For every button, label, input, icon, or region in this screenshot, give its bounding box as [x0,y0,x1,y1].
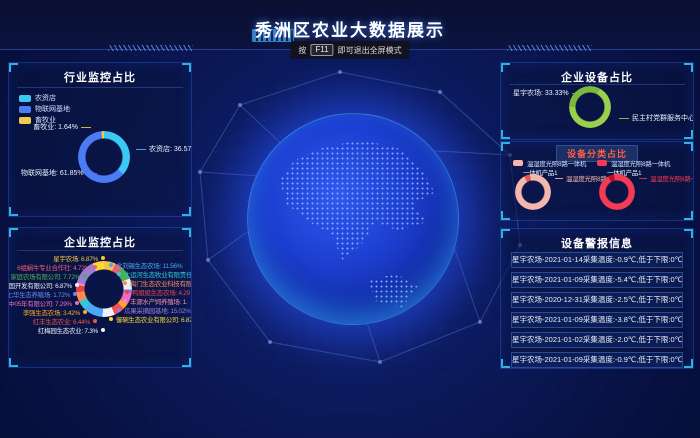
divider [509,84,685,85]
device-panel-title: 企业设备占比 [501,69,693,85]
legend-swatch [19,95,31,102]
chart-label-text: 红梅园生态农业: 7.3% [38,325,98,335]
legend-swatch [513,160,523,166]
device-class-panel: 设备分类占比 温湿度光照8路一体机 一体机产品1 温湿度光照8路一 温湿度光照8… [500,141,694,221]
chart-label: 民主村党群服务中心 [619,113,694,123]
chart-label-text: 星宇农场: 33.33% [513,88,569,98]
chart-label: 红梅园生态农业: 7.3% [38,325,105,335]
leader-line [572,93,584,94]
series-dot [123,281,127,285]
legend-label: 农资店 [35,93,56,103]
chart-label: 物联网基地: 61.85% [21,168,97,178]
chart-label: 御碗生态农业有限公司: 6.87% [109,314,192,324]
chart-label-text: 民主村党群服务中心 [632,113,694,123]
leader-line [555,178,563,179]
globe-islands-dots [364,274,419,308]
leader-line [136,149,146,150]
divider [17,87,183,88]
enterprise-panel: 企业监控占比 星宇农场: 6.87% 6组蜗牛专业合作社: 4.72% 家庭农场… [8,227,192,368]
alarm-row: 星宇农场-2021-01-14采集温度:-0.9℃,低于下限:0℃ [511,252,683,268]
leader-line [81,127,91,128]
alarm-row: 星宇农场-2020-12-31采集温度:-2.5℃,低于下限:0℃ [511,292,683,308]
alarm-row: 星宇农场-2021-01-09采集温度:-0.9℃,低于下限:0℃ [511,352,683,368]
series-dot [117,272,121,276]
alarm-panel: 设备警报信息 星宇农场-2021-01-14采集温度:-0.9℃,低于下限:0℃… [500,228,694,369]
alarm-row: 星宇农场-2021-01-09采集温度:-5.4℃,低于下限:0℃ [511,272,683,288]
fullscreen-tip-prefix: 按 [298,45,306,56]
series-dot [83,274,87,278]
series-dot [75,301,79,305]
device-class-right-donut-chart [599,174,635,210]
leader-line [639,178,647,179]
legend-swatch [19,117,31,124]
device-class-left-donut-chart [515,174,551,210]
chart-label-text: 温湿度光照8路一 [650,173,694,183]
series-dot [73,292,77,296]
series-dot [123,299,127,303]
f11-key-badge: F11 [310,44,333,56]
chart-label: 星宇农场: 33.33% [513,88,584,98]
header-hatch-left [108,45,193,51]
globe [247,113,459,325]
chart-label: 畜牧业: 1.64% [33,122,91,132]
chart-label-text: 物联网基地: 61.85% [21,168,84,178]
chart-label: 温湿度光照8路一 [639,173,694,183]
series-dot [93,319,97,323]
divider [17,250,183,251]
alarm-row: 星宇农场-2021-01-02采集温度:-2.0℃,低于下限:0℃ [511,332,683,348]
chart-label-text: 畜牧业: 1.64% [33,122,78,132]
industry-panel: 行业监控占比 农资店 物联网基地 畜牧业 畜牧业: 1.64% 农资店: 36.… [8,62,192,217]
chart-label-text: 御碗生态农业有限公司: 6.87% [116,314,192,324]
legend-swatch [19,106,31,113]
legend-label: 物联网基地 [35,104,70,114]
legend-swatch [597,160,607,166]
series-dot [101,328,105,332]
series-dot [117,308,121,312]
series-dot [93,265,97,269]
device-panel: 企业设备占比 星宇农场: 33.33% 民主村党群服务中心 [500,62,694,140]
leader-line [619,118,629,119]
enterprise-panel-title: 企业监控占比 [9,234,191,250]
chart-label: 农资店: 36.57% [136,144,192,154]
globe-continent-dots [265,131,450,278]
fullscreen-tip-suffix: 即可退出全屏模式 [338,45,402,56]
alarm-panel-title: 设备警报信息 [501,235,693,251]
legend-item: 物联网基地 [19,104,70,114]
series-dot [101,256,105,260]
page-title: 秀洲区农业大数据展示 [0,16,700,41]
series-dot [109,263,113,267]
series-dot [109,317,113,321]
alarm-row: 星宇农场-2021-01-09采集温度:-3.8℃,低于下限:0℃ [511,312,683,328]
fullscreen-tip: 按 F11 即可退出全屏模式 [290,41,409,59]
header-hatch-right [507,45,592,51]
leader-line [87,173,97,174]
industry-panel-title: 行业监控占比 [9,69,191,85]
series-dot [83,310,87,314]
chart-label-text: 农资店: 36.57% [149,144,192,154]
series-dot [125,290,129,294]
legend-item: 农资店 [19,93,56,103]
series-dot [75,283,79,287]
